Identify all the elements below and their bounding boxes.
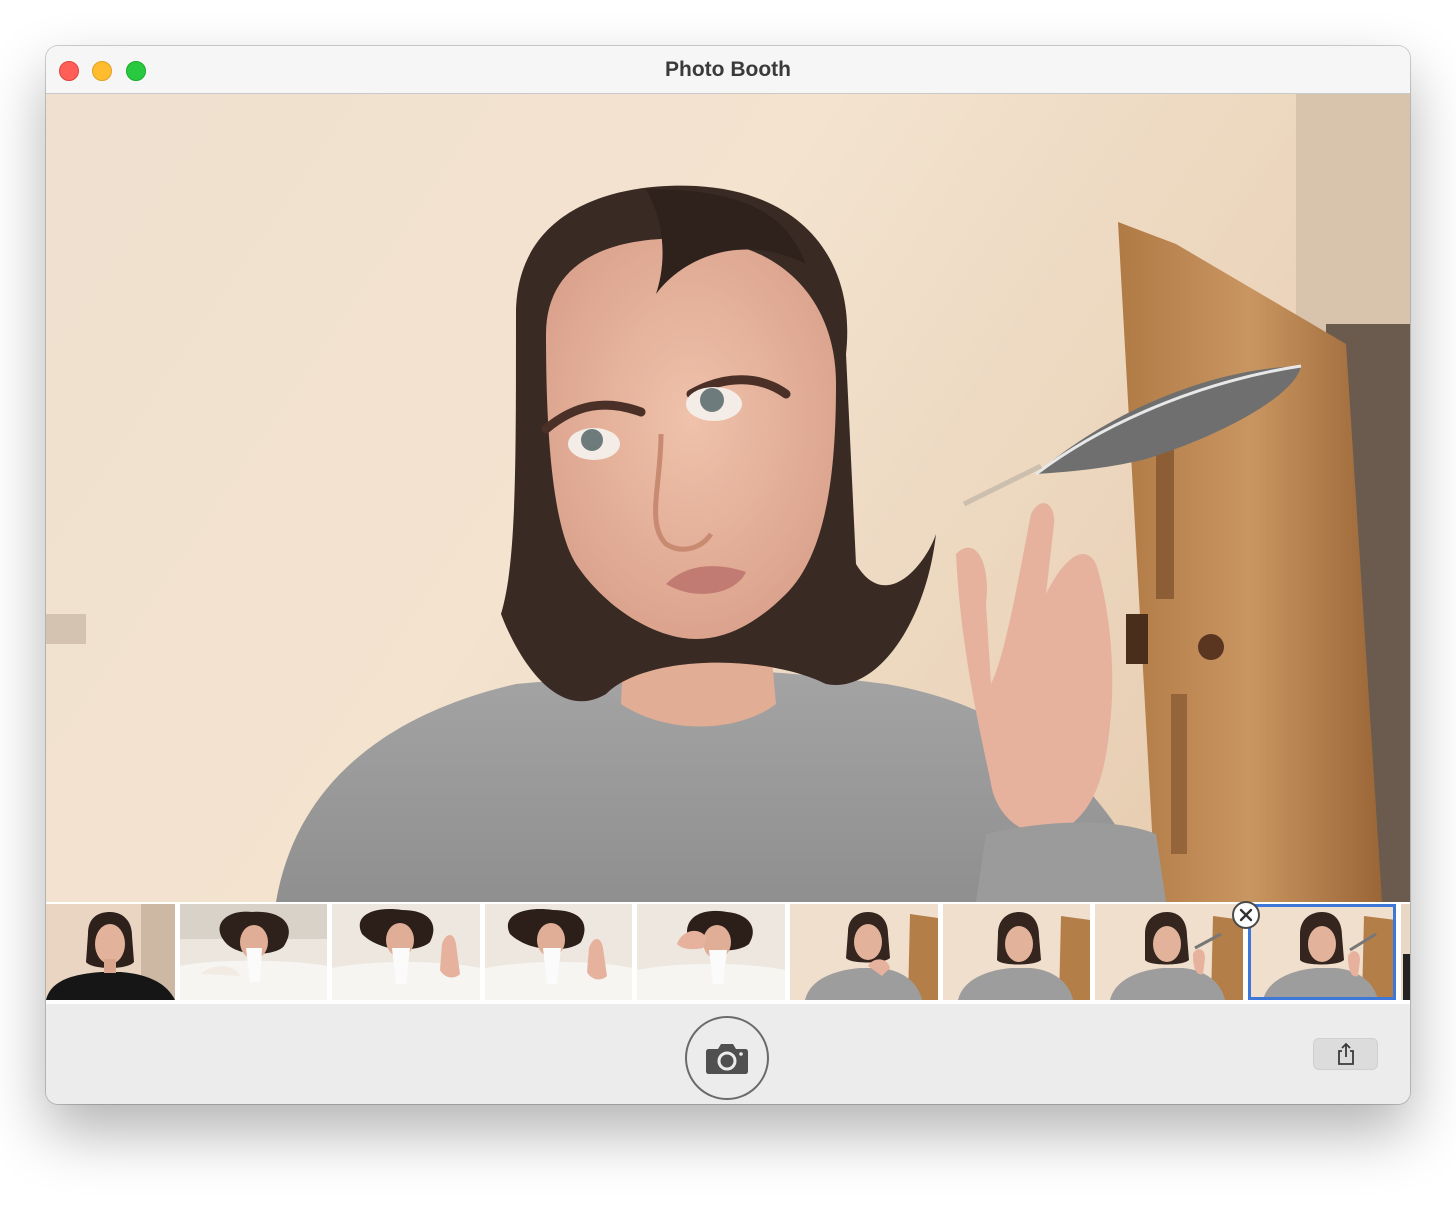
thumbnail-10-partial[interactable] [1401, 904, 1410, 1000]
thumbnail-6[interactable] [790, 904, 938, 1000]
window-title: Photo Booth [665, 58, 791, 81]
thumbnail-3[interactable] [332, 904, 480, 1000]
camera-icon [706, 1044, 748, 1074]
thumbnail-9-selected[interactable] [1248, 904, 1396, 1000]
thumbnail-4[interactable] [485, 904, 632, 1000]
share-icon [1337, 1042, 1354, 1065]
thumbnail-2[interactable] [180, 904, 327, 1000]
delete-photo-button[interactable] [1232, 901, 1260, 929]
bottom-toolbar [46, 1004, 1410, 1104]
camera-preview [46, 94, 1410, 902]
thumbnail-5[interactable] [637, 904, 785, 1000]
close-x-icon [1239, 908, 1253, 922]
take-photo-button[interactable] [685, 1016, 769, 1100]
camera-preview-image [46, 94, 1410, 902]
thumbnail-8[interactable] [1095, 904, 1243, 1000]
thumbnail-1[interactable] [46, 904, 175, 1000]
title-bar[interactable]: Photo Booth [46, 46, 1410, 94]
share-button[interactable] [1313, 1038, 1378, 1070]
thumbnail-7[interactable] [943, 904, 1090, 1000]
photo-booth-window: Photo Booth [46, 46, 1410, 1104]
thumbnail-strip[interactable] [46, 902, 1410, 1004]
